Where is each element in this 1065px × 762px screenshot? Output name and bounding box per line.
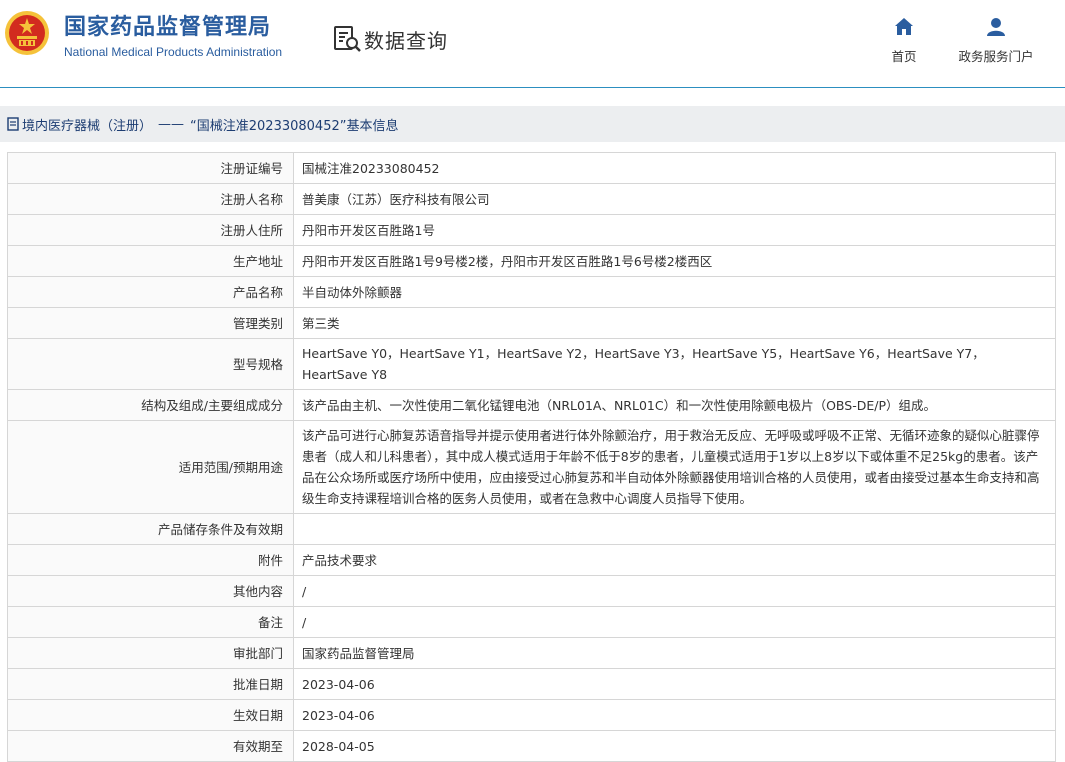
field-value: 该产品可进行心肺复苏语音指导并提示使用者进行体外除颤治疗，用于救治无反应、无呼吸… xyxy=(293,420,1056,514)
field-value: 产品技术要求 xyxy=(293,544,1056,576)
field-label: 附件 xyxy=(7,544,294,576)
table-row: 注册人住所 丹阳市开发区百胜路1号 xyxy=(7,214,1056,246)
field-label: 其他内容 xyxy=(7,575,294,607)
field-label: 产品名称 xyxy=(7,276,294,308)
field-value xyxy=(293,513,1056,545)
field-label: 管理类别 xyxy=(7,307,294,339)
field-label: 型号规格 xyxy=(7,338,294,390)
field-label: 适用范围/预期用途 xyxy=(7,420,294,514)
field-value: 2023-04-06 xyxy=(293,699,1056,731)
field-value: 2023-04-06 xyxy=(293,668,1056,700)
field-label: 备注 xyxy=(7,606,294,638)
data-query-label: 数据查询 xyxy=(364,28,448,53)
field-label: 注册人住所 xyxy=(7,214,294,246)
table-row: 有效期至 2028-04-05 xyxy=(7,730,1056,762)
field-label: 批准日期 xyxy=(7,668,294,700)
table-row: 批准日期 2023-04-06 xyxy=(7,668,1056,700)
field-value: 普美康（江苏）医疗科技有限公司 xyxy=(293,183,1056,215)
field-value: 国家药品监督管理局 xyxy=(293,637,1056,669)
breadcrumb-section-link[interactable]: 境内医疗器械（注册） xyxy=(22,115,152,134)
brand[interactable]: 国家药品监督管理局 National Medical Products Admi… xyxy=(64,14,282,59)
field-value: 丹阳市开发区百胜路1号9号楼2楼，丹阳市开发区百胜路1号6号楼2楼西区 xyxy=(293,245,1056,277)
field-value: 第三类 xyxy=(293,307,1056,339)
national-emblem-icon xyxy=(5,11,49,55)
brand-title-cn: 国家药品监督管理局 xyxy=(64,15,272,40)
table-row: 注册人名称 普美康（江苏）医疗科技有限公司 xyxy=(7,183,1056,215)
breadcrumb-separator: —— xyxy=(158,116,185,132)
document-search-icon xyxy=(334,26,361,52)
table-row: 其他内容 / xyxy=(7,575,1056,607)
field-label: 有效期至 xyxy=(7,730,294,762)
field-value: 丹阳市开发区百胜路1号 xyxy=(293,214,1056,246)
table-row: 管理类别 第三类 xyxy=(7,307,1056,339)
user-icon xyxy=(987,18,1005,36)
table-row: 型号规格 HeartSave Y0，HeartSave Y1，HeartSave… xyxy=(7,338,1056,390)
breadcrumb: 境内医疗器械（注册） —— “国械注准20233080452”基本信息 xyxy=(0,106,1065,142)
field-label: 注册证编号 xyxy=(7,152,294,184)
field-value: 半自动体外除颤器 xyxy=(293,276,1056,308)
field-label: 注册人名称 xyxy=(7,183,294,215)
table-row: 产品储存条件及有效期 xyxy=(7,513,1056,545)
breadcrumb-title: “国械注准20233080452”基本信息 xyxy=(190,118,399,134)
field-label: 审批部门 xyxy=(7,637,294,669)
nav-home-label: 首页 xyxy=(891,49,917,64)
document-icon xyxy=(7,117,19,131)
table-row: 适用范围/预期用途 该产品可进行心肺复苏语音指导并提示使用者进行体外除颤治疗，用… xyxy=(7,420,1056,514)
home-icon xyxy=(895,18,913,35)
table-row: 生效日期 2023-04-06 xyxy=(7,699,1056,731)
brand-title-en: National Medical Products Administration xyxy=(64,45,283,59)
data-query-title: 数据查询 xyxy=(332,24,448,54)
detail-table: 注册证编号 国械注准20233080452 注册人名称 普美康（江苏）医疗科技有… xyxy=(7,152,1056,762)
nav-gov-service-portal[interactable]: 政务服务门户 xyxy=(952,16,1040,65)
field-value: 国械注准20233080452 xyxy=(293,152,1056,184)
field-label: 生效日期 xyxy=(7,699,294,731)
field-label: 结构及组成/主要组成成分 xyxy=(7,389,294,421)
field-value: 该产品由主机、一次性使用二氧化锰锂电池（NRL01A、NRL01C）和一次性使用… xyxy=(293,389,1056,421)
table-row: 注册证编号 国械注准20233080452 xyxy=(7,152,1056,184)
table-row: 附件 产品技术要求 xyxy=(7,544,1056,576)
field-value: HeartSave Y0，HeartSave Y1，HeartSave Y2，H… xyxy=(293,338,1056,390)
site-header: 国家药品监督管理局 National Medical Products Admi… xyxy=(0,0,1065,88)
table-row: 生产地址 丹阳市开发区百胜路1号9号楼2楼，丹阳市开发区百胜路1号6号楼2楼西区 xyxy=(7,245,1056,277)
field-value: / xyxy=(293,575,1056,607)
field-value: 2028-04-05 xyxy=(293,730,1056,762)
field-value: / xyxy=(293,606,1056,638)
table-row: 结构及组成/主要组成成分 该产品由主机、一次性使用二氧化锰锂电池（NRL01A、… xyxy=(7,389,1056,421)
nav-gov-label: 政务服务门户 xyxy=(958,49,1034,64)
table-row: 产品名称 半自动体外除颤器 xyxy=(7,276,1056,308)
nav-home[interactable]: 首页 xyxy=(886,16,922,65)
field-label: 产品储存条件及有效期 xyxy=(7,513,294,545)
table-row: 备注 / xyxy=(7,606,1056,638)
field-label: 生产地址 xyxy=(7,245,294,277)
table-row: 审批部门 国家药品监督管理局 xyxy=(7,637,1056,669)
